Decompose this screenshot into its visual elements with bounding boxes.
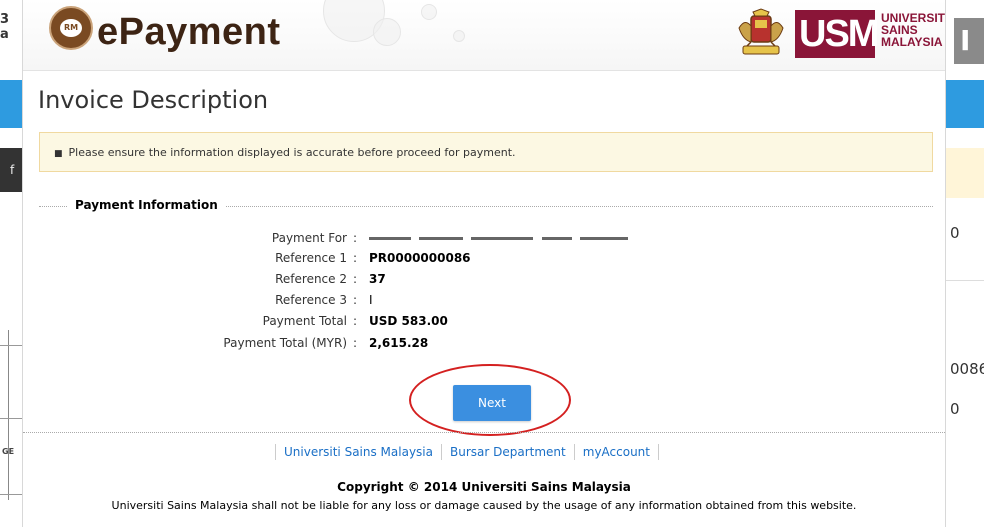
- notice-text: Please ensure the information displayed …: [68, 146, 516, 159]
- redaction-mark: [541, 237, 572, 240]
- payment-value: USD 583.00: [369, 314, 448, 328]
- payment-label: Reference 1: [275, 251, 347, 265]
- payment-value-redacted: [369, 228, 628, 248]
- background-text: GE: [2, 447, 15, 456]
- background-text: f: [10, 163, 15, 177]
- background-text: 0: [950, 224, 960, 242]
- background-divider: [0, 494, 22, 495]
- payment-row-payment-for: Payment For :: [23, 228, 628, 248]
- background-gray-block: I: [954, 18, 984, 64]
- background-divider: [946, 280, 984, 281]
- payment-row-reference-3: Reference 3 : I: [23, 290, 623, 310]
- footer-separator: [275, 444, 276, 460]
- section-title: Payment Information: [67, 198, 226, 212]
- payment-row-reference-2: Reference 2 : 37: [23, 269, 623, 289]
- background-divider: [8, 330, 9, 500]
- payment-colon: :: [353, 336, 358, 350]
- payment-label: Reference 2: [275, 272, 347, 286]
- background-notice-block: [946, 148, 984, 198]
- next-button[interactable]: Next: [453, 385, 531, 421]
- background-text: I: [960, 24, 971, 57]
- info-notice: ■ Please ensure the information displayed…: [39, 132, 933, 172]
- payment-value: 37: [369, 272, 386, 286]
- payment-label: Payment Total (MYR): [223, 336, 347, 350]
- footer-separator: [573, 444, 575, 460]
- footer-separator: [658, 444, 659, 460]
- payment-row-total-myr: Payment Total (MYR) : 2,615.28: [23, 333, 623, 353]
- payment-value: 2,615.28: [369, 336, 429, 350]
- background-nav-bar: [946, 80, 984, 128]
- modal-header: RM ePayment USM UNIVERSITI SAINS MALAYSI…: [23, 0, 945, 71]
- footer-link-myaccount[interactable]: myAccount: [583, 445, 650, 459]
- background-divider: [0, 345, 22, 346]
- bullet-icon: ■: [54, 149, 63, 159]
- redaction-mark: [369, 237, 411, 240]
- payment-label: Payment Total: [262, 314, 347, 328]
- decorative-bubble: [453, 30, 465, 42]
- copyright-text: Copyright © 2014 Universiti Sains Malays…: [337, 480, 631, 494]
- disclaimer-text: Universiti Sains Malaysia shall not be l…: [111, 499, 857, 512]
- background-text: a: [0, 27, 9, 42]
- payment-label: Payment For: [271, 231, 347, 245]
- payment-colon: :: [353, 272, 358, 286]
- decorative-bubble: [373, 18, 401, 46]
- payment-label: Reference 3: [275, 293, 347, 307]
- decorative-bubble: [421, 4, 437, 20]
- redaction-mark: [419, 237, 464, 240]
- brand-title: ePayment: [97, 11, 281, 53]
- redaction-mark: [579, 237, 628, 240]
- background-text: 3: [0, 12, 10, 27]
- footer-links: Universiti Sains Malaysia Bursar Departm…: [267, 442, 667, 462]
- invoice-modal: RM ePayment USM UNIVERSITI SAINS MALAYSI…: [22, 0, 946, 527]
- footer-separator: [441, 444, 442, 460]
- payment-row-reference-1: Reference 1 : PR0000000086: [23, 248, 623, 268]
- background-divider: [0, 418, 22, 419]
- usm-name: UNIVERSITI SAINS MALAYSIA: [881, 12, 945, 48]
- footer-link-usm[interactable]: Universiti Sains Malaysia: [284, 445, 433, 459]
- footer-divider: [23, 432, 945, 434]
- background-text: 0: [950, 400, 960, 418]
- payment-row-total: Payment Total : USD 583.00: [23, 311, 623, 331]
- usm-logo-letters: USM: [799, 13, 879, 55]
- payment-value: I: [369, 293, 373, 307]
- payment-colon: :: [353, 314, 358, 328]
- payment-colon: :: [353, 231, 358, 245]
- background-dark-block: f: [0, 148, 22, 192]
- usm-name-line: MALAYSIA: [881, 35, 943, 49]
- payment-value: PR0000000086: [369, 251, 471, 265]
- background-left-text: 3 a: [0, 12, 22, 42]
- footer-link-bursar[interactable]: Bursar Department: [450, 445, 566, 459]
- rm-logo-text: RM: [60, 19, 82, 37]
- background-text: 0086: [950, 360, 984, 378]
- background-nav-bar: [0, 80, 22, 128]
- payment-colon: :: [353, 251, 358, 265]
- rm-logo: RM: [49, 6, 93, 50]
- usm-logo: USM: [795, 10, 879, 58]
- redaction-mark: [471, 237, 534, 240]
- usm-crest-icon: [738, 8, 784, 55]
- page-title: Invoice Description: [38, 86, 269, 114]
- payment-colon: :: [353, 293, 358, 307]
